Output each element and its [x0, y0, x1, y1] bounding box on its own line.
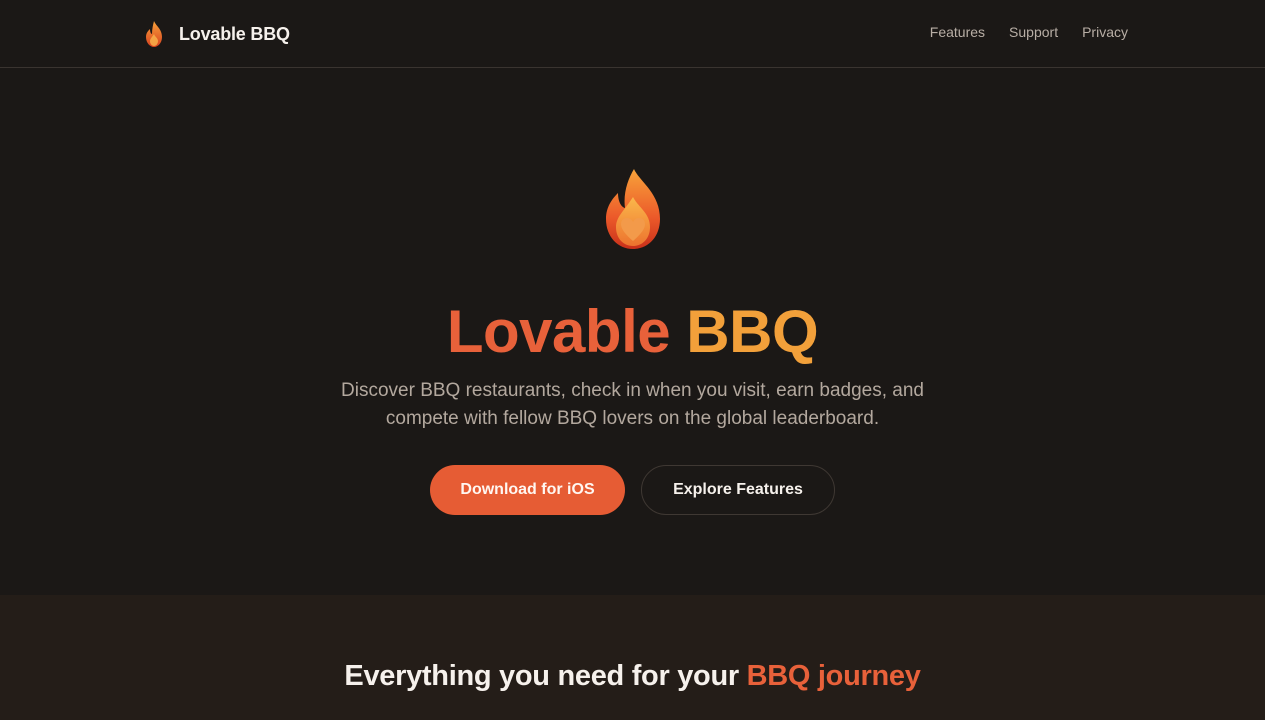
features-title: Everything you need for your BBQ journey	[0, 660, 1265, 693]
hero-section: Lovable BBQ Discover BBQ restaurants, ch…	[0, 69, 1265, 595]
main-nav: Features Support Privacy	[930, 24, 1128, 40]
brand-link[interactable]: Lovable BBQ	[143, 19, 290, 49]
hero-title-word-1: Lovable	[446, 298, 671, 365]
flame-icon	[146, 21, 162, 47]
flame-heart-icon	[606, 169, 660, 249]
download-ios-button[interactable]: Download for iOS	[430, 465, 625, 515]
hero-title-word-2: BBQ	[686, 298, 819, 365]
top-navigation-bar: Lovable BBQ Features Support Privacy	[0, 0, 1265, 68]
features-section: Everything you need for your BBQ journey	[0, 595, 1265, 720]
brand-name: Lovable BBQ	[179, 23, 290, 44]
nav-link-privacy[interactable]: Privacy	[1082, 24, 1128, 40]
nav-link-support[interactable]: Support	[1009, 24, 1058, 40]
features-title-prefix: Everything you need for your	[344, 660, 739, 692]
hero-subtitle: Discover BBQ restaurants, check in when …	[341, 380, 924, 429]
features-title-accent: BBQ journey	[746, 660, 921, 692]
hero-title: Lovable BBQ	[0, 297, 1265, 367]
explore-features-button[interactable]: Explore Features	[641, 465, 835, 515]
nav-link-features[interactable]: Features	[930, 24, 985, 40]
